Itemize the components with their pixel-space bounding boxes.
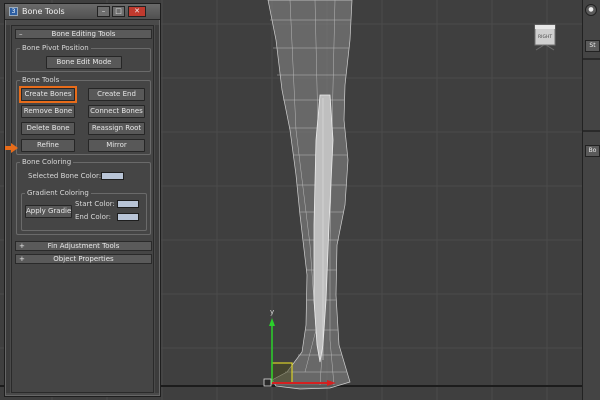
close-button[interactable]: ✕ (128, 6, 146, 17)
app-icon: 3 (9, 7, 18, 16)
group-label: Bone Tools (20, 76, 62, 84)
left-scrollbar[interactable] (6, 25, 10, 393)
selected-bone-color-label: Selected Bone Color: (28, 172, 102, 180)
group-bone-tools: Bone Tools Create Bones Create End Remov… (5, 76, 151, 155)
mirror-button[interactable]: Mirror (88, 139, 145, 152)
strip-button-bo[interactable]: Bo (585, 145, 600, 157)
viewcube-label: RIGHT (538, 34, 552, 40)
start-color-swatch[interactable] (117, 200, 139, 208)
rollout-object-properties[interactable]: + Object Properties (15, 254, 152, 264)
rollout-fin-adjustment-tools[interactable]: + Fin Adjustment Tools (15, 241, 152, 251)
bone-edit-mode-button[interactable]: Bone Edit Mode (46, 56, 122, 69)
delete-bone-button[interactable]: Delete Bone (21, 122, 75, 135)
create-bones-highlight (19, 86, 77, 103)
command-panel-strip: ● St Bo (582, 0, 600, 400)
right-scrollbar[interactable] (155, 25, 159, 393)
pointer-arrow-icon (5, 143, 18, 153)
apply-gradient-button[interactable]: Apply Gradient (25, 205, 72, 218)
expand-icon: + (19, 255, 25, 263)
start-color-label: Start Color: (75, 200, 115, 208)
strip-button-st[interactable]: St (585, 40, 600, 52)
rollout-bone-editing-tools[interactable]: – Bone Editing Tools (15, 29, 152, 39)
collapse-icon: – (19, 30, 23, 38)
expand-icon: + (19, 242, 25, 250)
group-label: Gradient Coloring (25, 189, 91, 197)
rollout-panel: – Bone Editing Tools Bone Pivot Position… (5, 25, 154, 393)
rollout-title: Bone Editing Tools (51, 30, 116, 38)
strip-divider (583, 130, 600, 132)
remove-bone-button[interactable]: Remove Bone (21, 105, 75, 118)
minimize-button[interactable]: – (97, 6, 110, 17)
create-end-button[interactable]: Create End (88, 88, 145, 101)
bone-tools-dialog: 3 Bone Tools – □ ✕ – Bone Editing Tools … (4, 3, 161, 397)
title-bar[interactable]: 3 Bone Tools – □ ✕ (5, 4, 160, 20)
group-label: Bone Coloring (20, 158, 74, 166)
selected-bone-color-swatch[interactable] (101, 172, 124, 180)
info-icon[interactable]: ● (585, 4, 597, 16)
group-gradient-coloring: Gradient Coloring Apply Gradient Start C… (21, 189, 147, 231)
rollout-title: Object Properties (53, 255, 114, 263)
group-bone-pivot-position: Bone Pivot Position Bone Edit Mode (16, 44, 151, 72)
rollout-title: Fin Adjustment Tools (47, 242, 120, 250)
refine-button[interactable]: Refine (21, 139, 75, 152)
leg-mesh[interactable] (267, 0, 353, 390)
window-title: Bone Tools (22, 7, 65, 16)
viewcube[interactable]: RIGHT (534, 24, 556, 51)
end-color-label: End Color: (75, 213, 112, 221)
group-label: Bone Pivot Position (20, 44, 91, 52)
reassign-root-button[interactable]: Reassign Root (88, 122, 145, 135)
group-bone-coloring: Bone Coloring Selected Bone Color: Gradi… (16, 158, 151, 235)
connect-bones-button[interactable]: Connect Bones (88, 105, 145, 118)
gizmo-axis-label: y (270, 308, 274, 316)
strip-divider (583, 58, 600, 60)
end-color-swatch[interactable] (117, 213, 139, 221)
maximize-button[interactable]: □ (112, 6, 125, 17)
